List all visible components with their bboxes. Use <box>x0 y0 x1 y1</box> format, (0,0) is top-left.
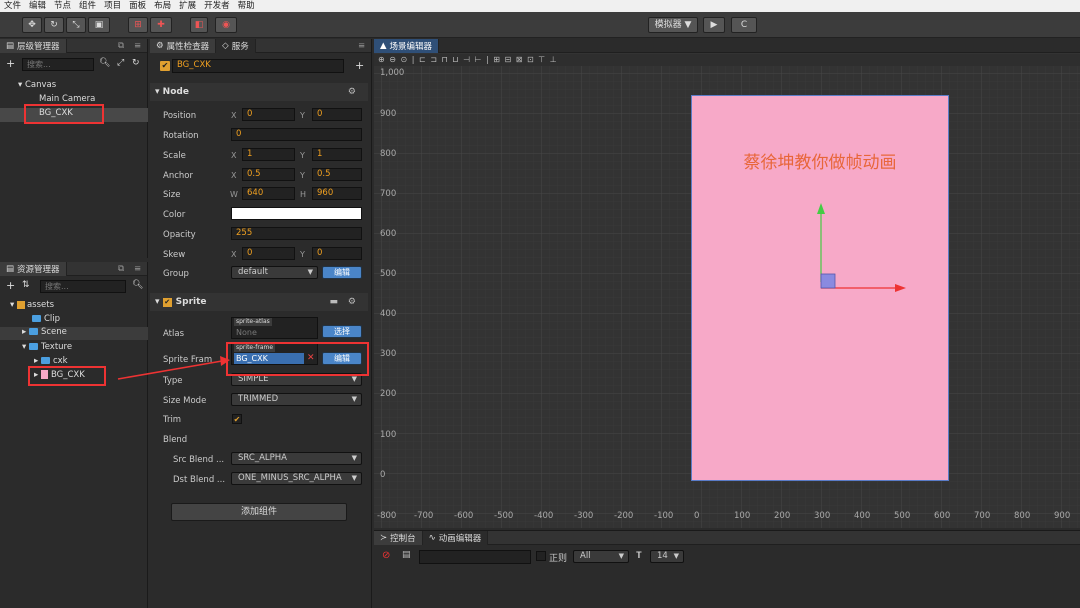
tab-animation[interactable]: ∿ 动画编辑器 <box>422 530 489 545</box>
y-tick: 300 <box>380 349 397 359</box>
tab-animation-label: 动画编辑器 <box>438 533 482 544</box>
tab-scene-label: 场景编辑器 <box>389 41 433 52</box>
x-tick: 700 <box>974 511 991 521</box>
y-tick: 800 <box>380 149 397 159</box>
y-tick: 500 <box>380 269 397 279</box>
x-tick: 400 <box>854 511 871 521</box>
x-tick: 300 <box>814 511 831 521</box>
font-size-select[interactable]: 14 <box>650 550 684 563</box>
x-tick: 0 <box>694 511 700 521</box>
x-tick: 500 <box>894 511 911 521</box>
open-log-icon[interactable]: ▤ <box>402 550 411 560</box>
x-tick: 800 <box>1014 511 1031 521</box>
x-tick: 900 <box>1054 511 1071 521</box>
console-filter-input[interactable] <box>419 550 531 564</box>
regex-checkbox[interactable] <box>536 551 546 561</box>
x-tick: -700 <box>414 511 434 521</box>
font-size-icon: 𝐓 <box>636 551 642 561</box>
scene-header: ▲ 场景编辑器 <box>374 38 1080 53</box>
y-tick: 900 <box>380 109 397 119</box>
x-tick: -200 <box>614 511 634 521</box>
tab-console[interactable]: ≻ 控制台 <box>374 530 423 545</box>
x-tick: 200 <box>774 511 791 521</box>
y-tick: 700 <box>380 189 397 199</box>
x-tick: 100 <box>734 511 751 521</box>
console-header: ≻ 控制台 ∿ 动画编辑器 <box>374 530 1080 545</box>
log-level-select[interactable]: All <box>573 550 629 563</box>
tab-scene-editor[interactable]: ▲ 场景编辑器 <box>374 38 440 53</box>
x-tick: 600 <box>934 511 951 521</box>
tab-console-label: 控制台 <box>390 533 416 544</box>
scene-icon: ▲ <box>380 40 387 51</box>
y-tick: 600 <box>380 229 397 239</box>
y-tick: 200 <box>380 389 397 399</box>
y-tick: 1,000 <box>380 68 405 78</box>
scene-toolbar[interactable]: ⊕ ⊖ ⊙ | ⊏ ⊐ ⊓ ⊔ ⊣ ⊢ | ⊞ ⊟ ⊠ ⊡ ⊤ ⊥ <box>374 54 1080 66</box>
x-tick: -800 <box>377 511 397 521</box>
terminal-icon: ≻ <box>380 532 388 543</box>
y-tick: 400 <box>380 309 397 319</box>
x-tick: -100 <box>654 511 674 521</box>
regex-label: 正则 <box>549 554 568 564</box>
console-panel: ≻控制台 ∿动画编辑器 ⊘ ▤ 正则 All 𝐓 14 <box>374 530 1080 608</box>
y-tick: 0 <box>380 470 386 480</box>
x-tick: -500 <box>494 511 514 521</box>
transform-gizmo[interactable] <box>810 198 910 298</box>
x-tick: -300 <box>574 511 594 521</box>
clear-console-icon[interactable]: ⊘ <box>382 550 390 561</box>
y-tick: 100 <box>380 430 397 440</box>
canvas-text: 蔡徐坤教你做帧动画 <box>743 153 897 173</box>
x-tick: -400 <box>534 511 554 521</box>
animation-icon: ∿ <box>428 532 436 543</box>
x-tick: -600 <box>454 511 474 521</box>
